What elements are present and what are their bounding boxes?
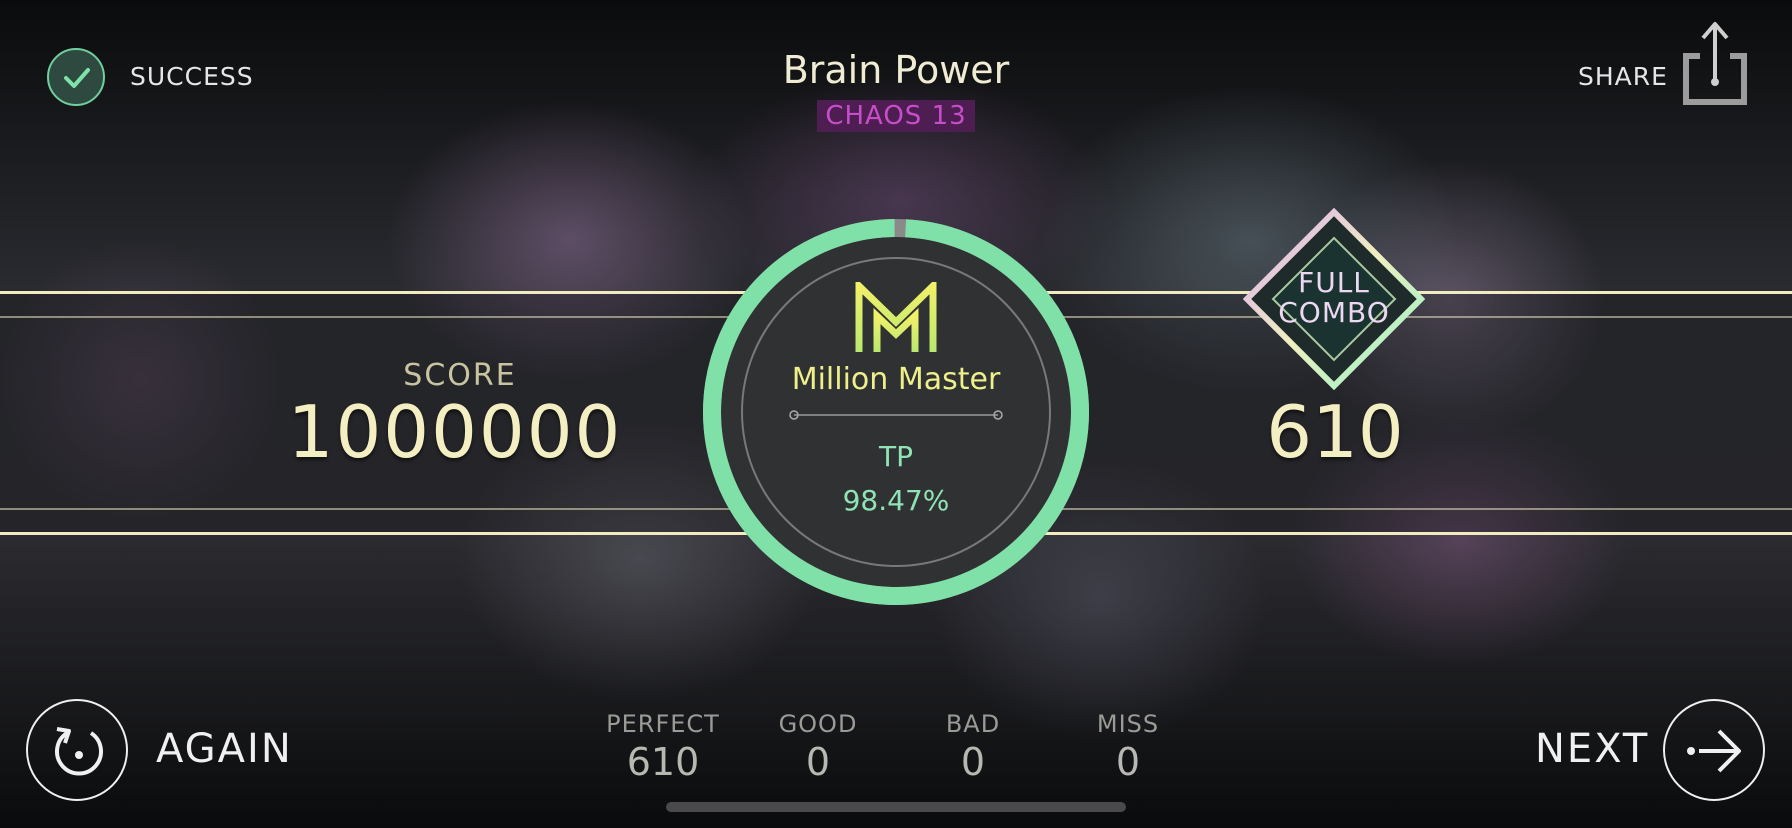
million-master-emblem [855,282,937,352]
judgement-good: GOOD 0 [748,710,888,784]
rank-divider [789,410,1003,420]
next-label[interactable]: NEXT [1535,726,1649,772]
tp-value: 98.47% [842,484,950,517]
judgement-miss: MISS 0 [1058,710,1198,784]
difficulty-badge: CHAOS 13 [817,100,975,132]
rank-name: Million Master [791,362,1001,397]
judgement-value: 0 [960,740,986,784]
song-title: Brain Power [782,48,1010,92]
share-label[interactable]: SHARE [1578,62,1668,91]
arrow-right-icon [1687,729,1741,773]
home-indicator[interactable] [666,802,1126,812]
max-combo-value: 610 [1266,390,1404,474]
next-button[interactable] [1663,699,1765,801]
judgement-label: BAD [945,710,1001,738]
judgement-value: 0 [1115,740,1141,784]
judgement-value: 0 [805,740,831,784]
share-icon[interactable] [1680,20,1750,110]
full-combo-line1: FULL [1298,266,1370,299]
tp-label: TP [879,440,913,473]
again-button[interactable] [26,699,128,801]
judgement-label: MISS [1096,710,1160,738]
judgement-value: 610 [626,740,700,784]
full-combo-label: FULL COMBO [1243,268,1425,328]
judgement-bad: BAD 0 [903,710,1043,784]
again-label[interactable]: AGAIN [156,726,293,772]
judgement-label: PERFECT [606,710,720,738]
full-combo-line2: COMBO [1278,296,1390,329]
retry-icon [55,727,103,776]
judgement-label: GOOD [778,710,858,738]
judgement-perfect: PERFECT 610 [593,710,733,784]
